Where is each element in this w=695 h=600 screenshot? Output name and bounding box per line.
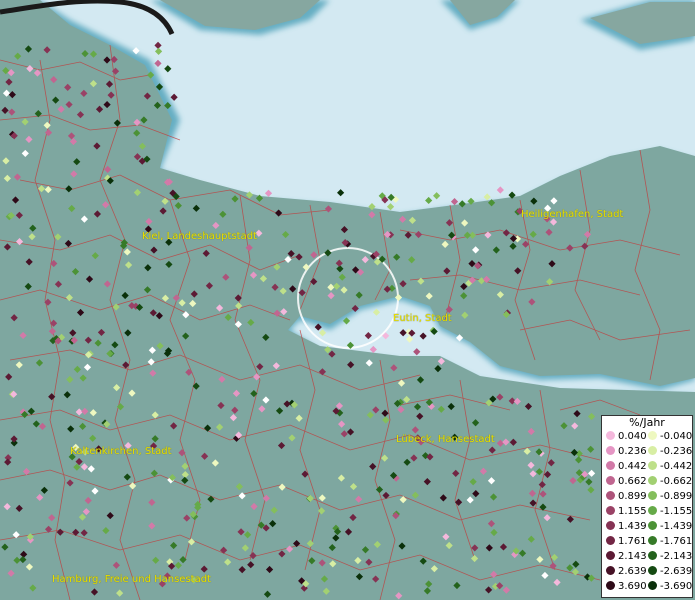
legend-entry-positive: 0.040 [606,431,647,442]
legend-value: 0.040 [618,431,647,442]
legend-value: 2.639 [618,566,647,577]
map-basemap [0,0,695,600]
legend-value: -3.690 [660,581,693,592]
legend-entry-negative: -0.442 [648,461,692,472]
legend-entry-positive: 2.639 [606,566,647,577]
legend-swatch [606,521,615,530]
legend-value: -0.662 [660,476,693,487]
legend-entry-negative: -0.040 [648,431,692,442]
legend-value: 2.143 [618,551,647,562]
legend-value: 1.761 [618,536,647,547]
legend-swatch [648,476,657,485]
legend-swatch [606,566,615,575]
city-label-eutin: Eutin, Stadt [393,313,452,324]
legend-swatch [606,551,615,560]
legend-swatch [606,476,615,485]
legend-entry-positive: 0.662 [606,476,647,487]
legend-value: -1.155 [660,506,693,517]
legend-entry-negative: -3.690 [648,581,692,592]
legend-entry-positive: 1.761 [606,536,647,547]
legend-entry-negative: -0.662 [648,476,692,487]
legend-swatch [648,521,657,530]
legend-value: -0.236 [660,446,693,457]
legend-swatch [648,461,657,470]
legend-entry-positive: 1.155 [606,506,647,517]
legend-value: -2.639 [660,566,693,577]
legend-swatch [606,461,615,470]
legend-value: 0.442 [618,461,647,472]
legend-entry-negative: -1.439 [648,521,692,532]
legend-swatch [648,581,657,590]
legend-swatch [648,446,657,455]
legend-value: 1.439 [618,521,647,532]
legend-entry-negative: -2.143 [648,551,692,562]
legend-swatch [606,491,615,500]
city-label-luebeck: Lübeck, Hansestadt [396,434,495,445]
legend-entry-negative: -2.639 [648,566,692,577]
legend-value: 3.690 [618,581,647,592]
legend-entry-negative: -1.155 [648,506,692,517]
legend-swatch [648,506,657,515]
legend-entry-positive: 2.143 [606,551,647,562]
legend-entry-positive: 0.442 [606,461,647,472]
legend-entry-negative: -1.761 [648,536,692,547]
map-view[interactable]: Kiel, Landeshauptstadt Heiligenhafen, St… [0,0,695,600]
legend-swatch [648,536,657,545]
legend-swatch [648,431,657,440]
city-label-kaltenkirchen: Kaltenkirchen, Stadt [70,446,172,457]
legend: %/Jahr 0.040 -0.040 0.236 -0.236 0.442 -0.442… [601,415,693,598]
legend-value: 0.236 [618,446,647,457]
city-label-heiligenhafen: Heiligenhafen, Stadt [521,209,624,220]
legend-entry-positive: 0.899 [606,491,647,502]
legend-entry-positive: 0.236 [606,446,647,457]
city-label-hamburg: Hamburg, Freie und Hansestadt [52,574,211,585]
legend-value: -0.040 [660,431,693,442]
legend-entry-negative: -0.236 [648,446,692,457]
legend-value: -2.143 [660,551,693,562]
legend-swatch [606,431,615,440]
legend-swatch [606,536,615,545]
legend-value: 0.899 [618,491,647,502]
legend-entry-positive: 3.690 [606,581,647,592]
legend-swatch [606,581,615,590]
legend-value: -0.442 [660,461,693,472]
legend-value: -0.899 [660,491,693,502]
legend-value: -1.439 [660,521,693,532]
legend-value: 1.155 [618,506,647,517]
legend-swatch [648,551,657,560]
legend-entry-positive: 1.439 [606,521,647,532]
legend-value: -1.761 [660,536,693,547]
legend-swatch [606,506,615,515]
legend-title: %/Jahr [629,416,665,429]
legend-entry-negative: -0.899 [648,491,692,502]
legend-swatch [648,491,657,500]
legend-swatch [648,566,657,575]
city-label-kiel: Kiel, Landeshauptstadt [142,231,257,242]
legend-value: 0.662 [618,476,647,487]
legend-swatch [606,446,615,455]
